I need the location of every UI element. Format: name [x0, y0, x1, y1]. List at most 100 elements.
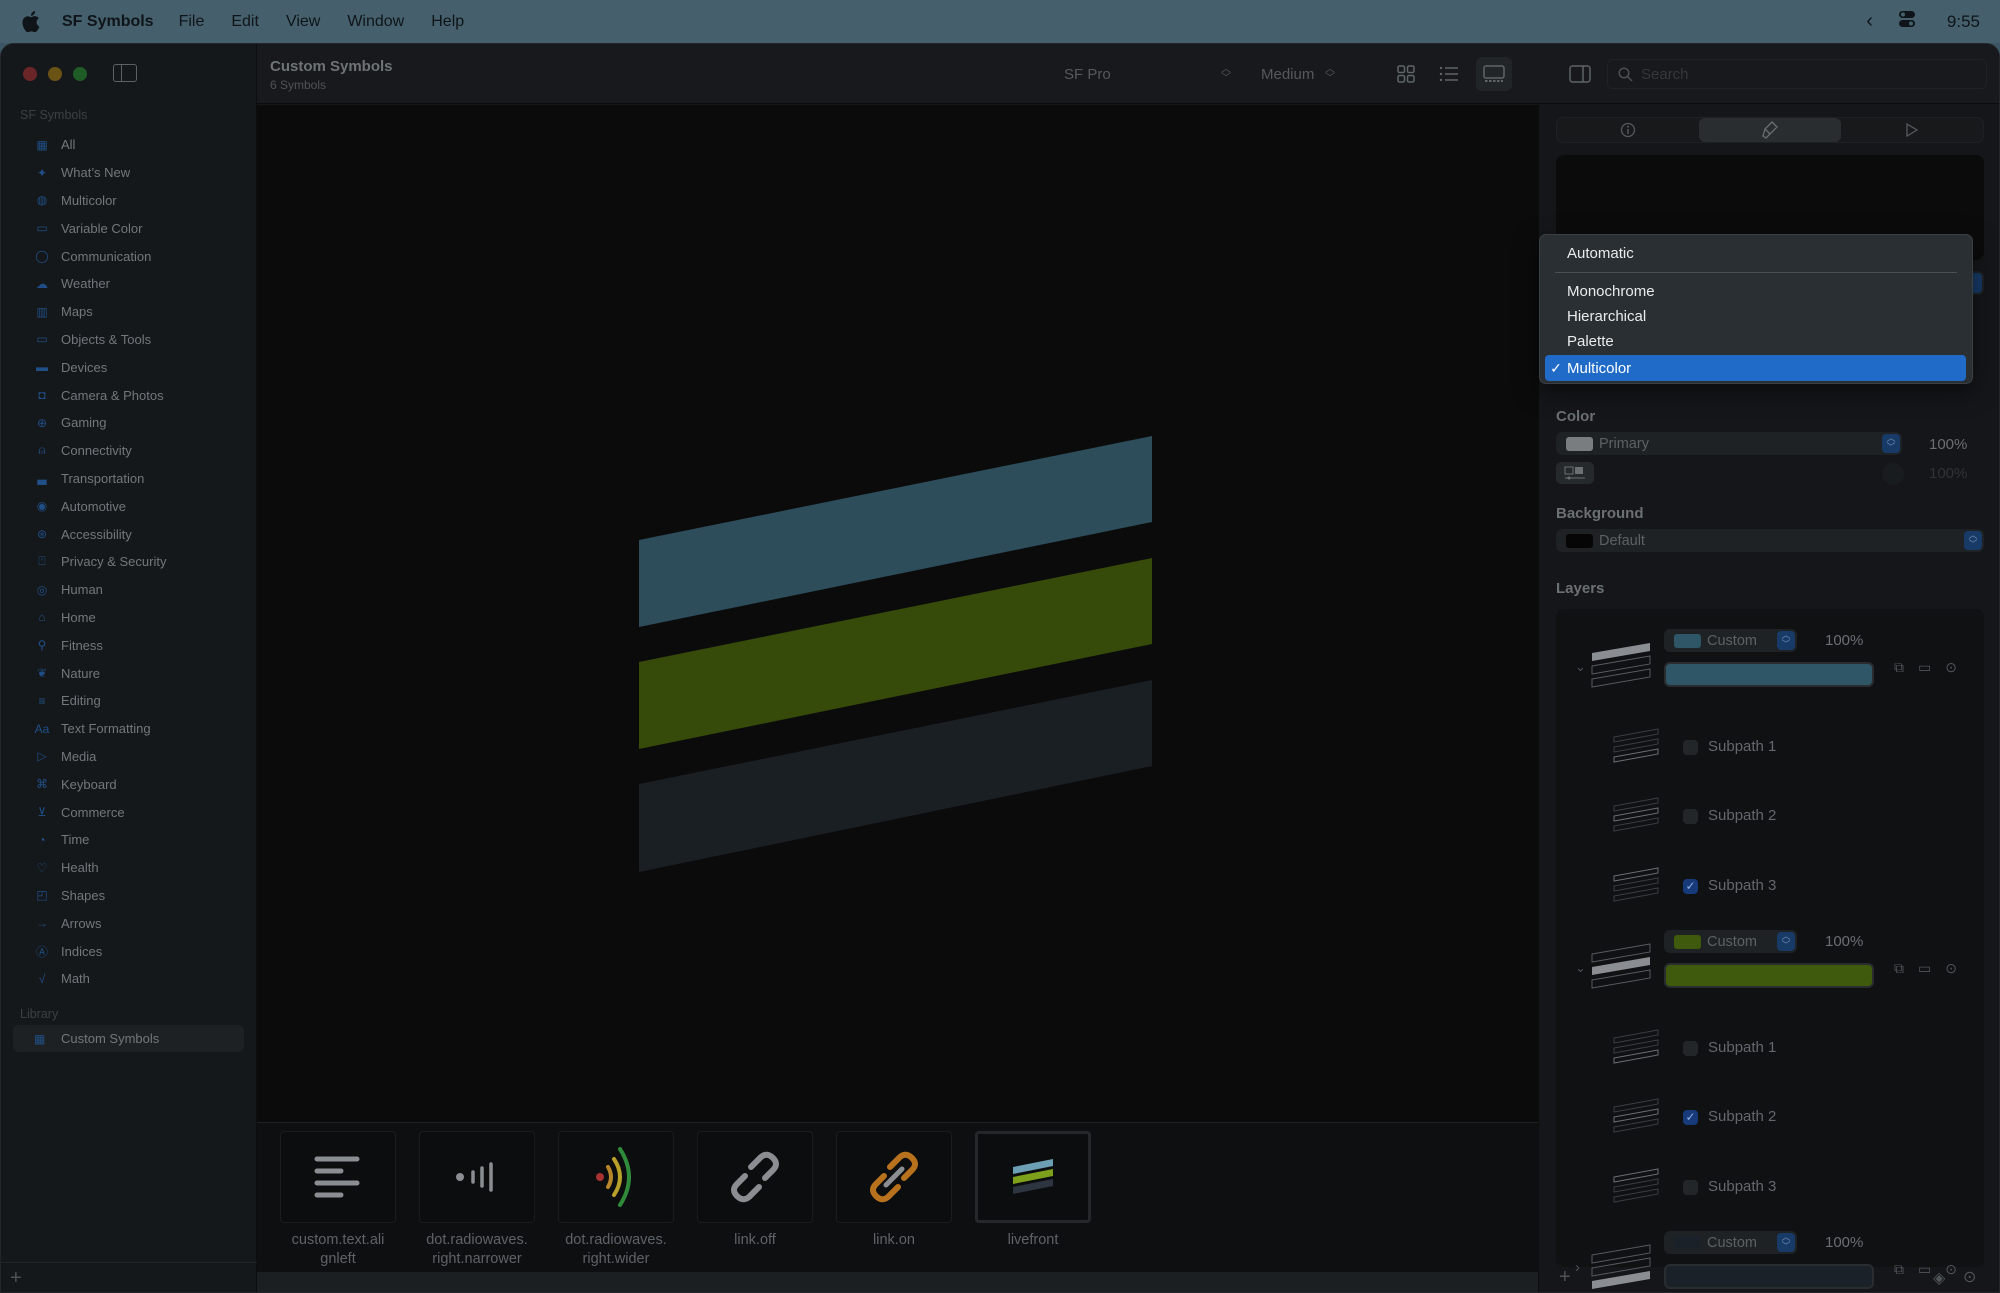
more-options-icon[interactable]: ⊙ — [1963, 1267, 1976, 1287]
menu-clock[interactable]: 9:55 — [1947, 12, 1980, 32]
sidebar-item-indices[interactable]: Ⓐ Indices — [1, 937, 257, 965]
sidebar-item-nature[interactable]: ❦ Nature — [1, 659, 257, 687]
search-field[interactable] — [1607, 59, 1987, 89]
sidebar-item-maps[interactable]: ▥ Maps — [1, 298, 257, 326]
gallery-tile[interactable]: link.off — [697, 1131, 813, 1250]
sidebar-item-arrows[interactable]: → Arrows — [1, 909, 257, 937]
gallery-tile[interactable]: dot.radiowaves. right.narrower — [419, 1131, 535, 1269]
sidebar-item-fitness[interactable]: ⚲ Fitness — [1, 631, 257, 659]
apple-menu-icon[interactable] — [22, 11, 42, 33]
subpath-checkbox[interactable] — [1683, 809, 1698, 824]
sidebar-item-privacy-security[interactable]: ⍞ Privacy & Security — [1, 548, 257, 576]
more-options-icon[interactable]: ⊙ — [1945, 960, 1957, 977]
variable-color-wheel[interactable] — [1882, 463, 1904, 485]
sidebar-item-human[interactable]: ◎ Human — [1, 576, 257, 604]
menu-item-multicolor[interactable]: ✓ Multicolor — [1545, 355, 1966, 381]
chevron-down-icon[interactable]: ⌄ — [1575, 960, 1586, 976]
menu-file[interactable]: File — [179, 13, 205, 31]
subpath-checkbox-checked[interactable]: ✓ — [1683, 1110, 1698, 1125]
sidebar-item-automotive[interactable]: ◉ Automotive — [1, 492, 257, 520]
menu-edit[interactable]: Edit — [231, 13, 259, 31]
add-collection-button[interactable]: + — [10, 1267, 22, 1290]
variable-color-button[interactable] — [1556, 462, 1594, 484]
sidebar-item-keyboard[interactable]: ⌘ Keyboard — [1, 770, 257, 798]
inspector-toggle-button[interactable] — [1562, 57, 1598, 91]
font-select[interactable]: SF Pro ︿ ﹀ — [1054, 59, 1239, 89]
layer-color-well[interactable] — [1664, 662, 1874, 687]
color-select[interactable]: Primary ︿ ﹀ — [1556, 432, 1902, 455]
subpath-checkbox[interactable] — [1683, 1180, 1698, 1195]
sidebar-item-gaming[interactable]: ⊕ Gaming — [1, 409, 257, 437]
minimize-window-button[interactable] — [48, 67, 62, 81]
background-select[interactable]: Default ︿ ﹀ — [1556, 529, 1984, 552]
sidebar-item-camera-photos[interactable]: ◘ Camera & Photos — [1, 381, 257, 409]
layer-color-select[interactable]: Custom ︿ ﹀ — [1664, 930, 1797, 953]
layer-color-select[interactable]: Custom ︿ ﹀ — [1664, 629, 1797, 652]
menu-app-name[interactable]: SF Symbols — [62, 13, 154, 31]
grid-view-button[interactable] — [1388, 57, 1424, 91]
sidebar-item-commerce[interactable]: ⊻ Commerce — [1, 798, 257, 826]
duplicate-icon[interactable]: ⧉ — [1894, 659, 1904, 676]
layer-color-well[interactable] — [1664, 963, 1874, 988]
menu-window[interactable]: Window — [347, 13, 404, 31]
gallery-tile[interactable]: custom.text.ali gnleft — [280, 1131, 396, 1269]
layers-stack-icon[interactable]: ◈ — [1933, 1268, 1945, 1288]
menu-item-automatic[interactable]: Automatic — [1567, 245, 1634, 262]
layer-opacity[interactable]: 100% — [1825, 1234, 1863, 1251]
gallery-tile-selected[interactable]: livefront — [975, 1131, 1091, 1250]
sidebar-toggle-icon[interactable] — [113, 64, 137, 82]
menu-help[interactable]: Help — [431, 13, 464, 31]
subpath-checkbox[interactable] — [1683, 740, 1698, 755]
color-opacity[interactable]: 100% — [1929, 436, 1967, 453]
tab-play[interactable] — [1841, 118, 1983, 142]
sidebar-item-objects-tools[interactable]: ▭ Objects & Tools — [1, 326, 257, 354]
chevron-left-icon[interactable]: ‹ — [1866, 10, 1873, 33]
sidebar-item-what-s-new[interactable]: ✦ What’s New — [1, 159, 257, 187]
control-center-icon[interactable] — [1898, 11, 1921, 32]
sidebar-item-transportation[interactable]: ▃ Transportation — [1, 465, 257, 493]
sidebar-item-variable-color[interactable]: ▭ Variable Color — [1, 214, 257, 242]
add-layer-button[interactable]: + — [1559, 1266, 1571, 1289]
sidebar-item-accessibility[interactable]: ⊛ Accessibility — [1, 520, 257, 548]
zoom-window-button[interactable] — [73, 67, 87, 81]
gallery-view-button[interactable] — [1476, 57, 1512, 91]
sidebar-item-editing[interactable]: ≡ Editing — [1, 687, 257, 715]
variable-color-icon[interactable]: ▭ — [1918, 659, 1931, 676]
subpath-label: Subpath 1 — [1708, 1039, 1777, 1056]
sidebar-item-home[interactable]: ⌂ Home — [1, 604, 257, 632]
layer-opacity[interactable]: 100% — [1825, 632, 1863, 649]
subpath-checkbox-checked[interactable]: ✓ — [1683, 879, 1698, 894]
sidebar-item-time[interactable]: ◔ Time — [1, 826, 257, 854]
sidebar-item-weather[interactable]: ☁ Weather — [1, 270, 257, 298]
more-options-icon[interactable]: ⊙ — [1945, 659, 1957, 676]
search-input[interactable] — [1641, 65, 1961, 83]
variable-color-icon[interactable]: ▭ — [1918, 960, 1931, 977]
list-view-button[interactable] — [1431, 57, 1467, 91]
sidebar-item-media[interactable]: ▷ Media — [1, 743, 257, 771]
duplicate-icon[interactable]: ⧉ — [1894, 960, 1904, 977]
weight-select[interactable]: Medium ︿ ﹀ — [1251, 59, 1343, 89]
sidebar-item-devices[interactable]: ▬ Devices — [1, 353, 257, 381]
sidebar-item-text-formatting[interactable]: Aa Text Formatting — [1, 715, 257, 743]
sidebar-item-multicolor[interactable]: ◍ Multicolor — [1, 187, 257, 215]
sidebar-item-health[interactable]: ♡ Health — [1, 854, 257, 882]
layer-color-select[interactable]: Custom ︿ ﹀ — [1664, 1231, 1797, 1254]
menu-item-hierarchical[interactable]: Hierarchical — [1567, 308, 1646, 325]
gallery-tile[interactable]: link.on — [836, 1131, 952, 1250]
sidebar-item-all[interactable]: ▦ All — [1, 131, 257, 159]
menu-item-palette[interactable]: Palette — [1567, 333, 1614, 350]
layer-opacity[interactable]: 100% — [1825, 933, 1863, 950]
chevron-down-icon[interactable]: ⌄ — [1575, 659, 1586, 675]
subpath-checkbox[interactable] — [1683, 1041, 1698, 1056]
sidebar-item-math[interactable]: √ Math — [1, 965, 257, 993]
sidebar-item-custom-symbols[interactable]: ▦ Custom Symbols — [13, 1025, 244, 1052]
close-window-button[interactable] — [23, 67, 37, 81]
menu-item-monochrome[interactable]: Monochrome — [1567, 283, 1655, 300]
sidebar-item-shapes[interactable]: ◰ Shapes — [1, 882, 257, 910]
sidebar-item-connectivity[interactable]: ⍝ Connectivity — [1, 437, 257, 465]
gallery-tile[interactable]: dot.radiowaves. right.wider — [558, 1131, 674, 1269]
tab-customize[interactable] — [1699, 118, 1841, 142]
tab-info[interactable] — [1557, 118, 1699, 142]
menu-view[interactable]: View — [286, 13, 320, 31]
sidebar-item-communication[interactable]: ◯ Communication — [1, 242, 257, 270]
